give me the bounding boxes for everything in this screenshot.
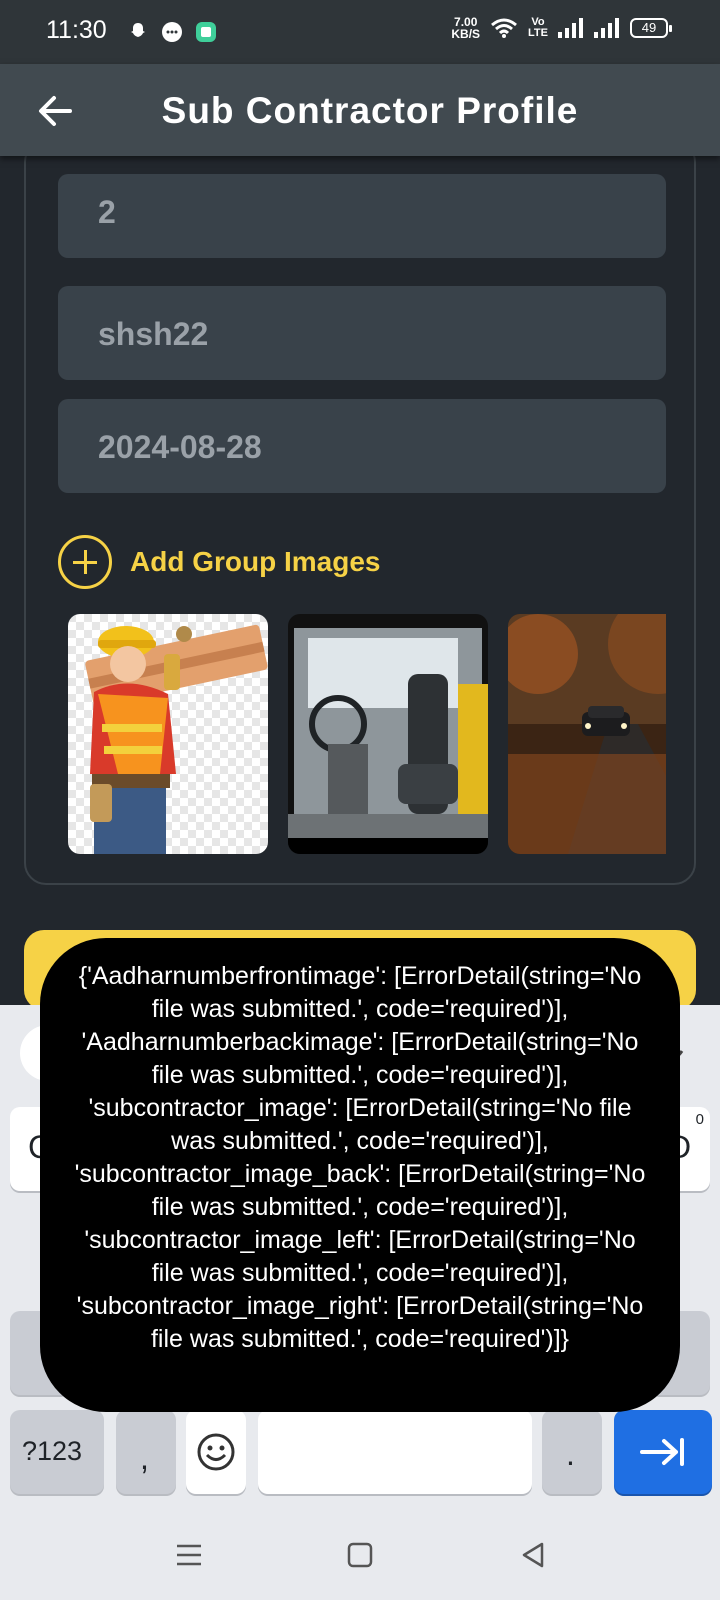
space-key[interactable] (258, 1410, 532, 1494)
key-right-hint: 0 (695, 1111, 704, 1128)
chat-bubble-icon (162, 22, 182, 42)
emoji-key[interactable] (186, 1410, 246, 1494)
symbols-key[interactable]: ?123 (10, 1410, 104, 1494)
wifi-icon (491, 18, 517, 38)
page-title: Sub Contractor Profile (161, 90, 579, 131)
signal-icon-sim1 (558, 18, 583, 38)
next-key[interactable] (614, 1410, 712, 1494)
volte-indicator: Vo LTE (528, 17, 548, 39)
network-speed: 7.00 KB/S (451, 16, 480, 40)
group-image-worker[interactable] (68, 614, 268, 854)
network-speed-unit: KB/S (451, 27, 481, 41)
group-images-carousel[interactable] (68, 614, 666, 856)
excavator-cab-photo (288, 614, 488, 854)
profile-form-card: 2 shsh22 2024-08-28 Add Group Images (24, 140, 696, 885)
add-circle-icon (58, 535, 112, 589)
period-key-label: . (566, 1436, 575, 1472)
status-bar: 11:30 7.00 KB/S Vo LTE 49 (0, 0, 720, 64)
error-toast: {'Aadharnumberfrontimage': [ErrorDetail(… (40, 938, 680, 1412)
app-notification-icon (196, 22, 216, 42)
signal-icon-sim2 (594, 18, 619, 38)
battery-indicator: 49 (630, 18, 672, 38)
form-field-2[interactable]: shsh22 (58, 286, 666, 380)
back-triangle-icon[interactable] (518, 1540, 548, 1570)
comma-key-label: , (140, 1440, 149, 1476)
volte-line2: LTE (528, 27, 548, 39)
form-field-date[interactable]: 2024-08-28 (58, 399, 666, 493)
worker-illustration (68, 614, 268, 854)
period-key[interactable]: . (542, 1410, 602, 1494)
snapchat-icon (131, 23, 145, 37)
tab-next-arrow-icon (640, 1438, 684, 1466)
status-time: 11:30 (46, 16, 107, 44)
group-image-excavator-cab[interactable] (288, 614, 488, 854)
app-bar: Sub Contractor Profile (0, 64, 720, 156)
menu-recents-icon[interactable] (174, 1540, 204, 1570)
add-group-images-button[interactable]: Add Group Images (58, 535, 380, 589)
car-autumn-photo (508, 614, 666, 854)
comma-key[interactable]: , (116, 1410, 176, 1494)
home-square-icon[interactable] (345, 1540, 375, 1570)
symbols-key-label: ?123 (22, 1436, 83, 1466)
system-navigation-bar (0, 1510, 720, 1600)
system-status-icons: 7.00 KB/S Vo LTE 49 (451, 16, 672, 40)
emoji-icon (197, 1433, 235, 1471)
error-toast-message: {'Aadharnumberfrontimage': [ErrorDetail(… (74, 962, 646, 1353)
form-field-1[interactable]: 2 (58, 174, 666, 258)
form-field-2-value: shsh22 (98, 316, 209, 352)
form-field-1-value: 2 (98, 194, 116, 230)
notification-icons (126, 20, 218, 44)
form-field-date-value: 2024-08-28 (98, 429, 262, 465)
add-group-images-label: Add Group Images (130, 546, 381, 577)
group-image-car-autumn[interactable] (508, 614, 666, 854)
